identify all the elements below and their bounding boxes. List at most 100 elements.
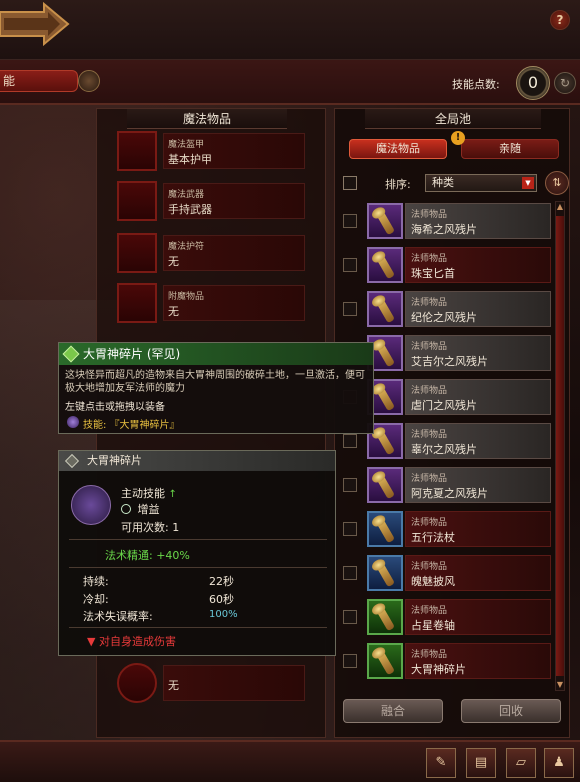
item-card[interactable]: 法师物品 大胃神碎片	[405, 643, 551, 679]
list-item[interactable]: 法师物品 五行法杖	[335, 509, 553, 549]
list-item[interactable]: 法师物品 纪伦之风残片	[335, 289, 553, 329]
self-damage-text: 对自身造成伤害	[98, 635, 176, 648]
stat-cooldown-label: 冷却:	[83, 593, 109, 606]
item-icon[interactable]	[367, 643, 403, 679]
sort-dropdown[interactable]: 种类 ▼	[425, 174, 537, 192]
staff-icon	[375, 648, 395, 676]
equip-slot-value: 无	[168, 305, 179, 318]
equip-slot-frame[interactable]	[117, 233, 157, 273]
item-card[interactable]: 法师物品 占星卷轴	[405, 599, 551, 635]
chevron-down-icon[interactable]: ▼	[522, 177, 534, 189]
back-arrow-icon[interactable]	[0, 2, 70, 46]
item-checkbox[interactable]	[343, 434, 357, 448]
arrow-up-icon: ↑	[168, 489, 177, 500]
item-card[interactable]: 法师物品 珠宝匕首	[405, 247, 551, 283]
skill-icon	[71, 485, 111, 525]
item-icon[interactable]	[367, 291, 403, 327]
equip-slot-frame[interactable]	[117, 663, 157, 703]
equip-slot-talisman[interactable]: 魔法护符 无	[117, 233, 307, 273]
item-card[interactable]: 法师物品 辜尔之风残片	[405, 423, 551, 459]
tab-magic-items[interactable]: 魔法物品	[349, 139, 447, 159]
stat-miscast-value: 100%	[209, 609, 238, 620]
sort-dropdown-value: 种类	[432, 176, 454, 189]
stat-duration-label: 持续:	[83, 575, 109, 588]
equip-slot-frame[interactable]	[117, 131, 157, 171]
help-button[interactable]: ?	[550, 10, 570, 30]
merge-button[interactable]: 融合	[343, 699, 443, 723]
equip-slot-enchanted[interactable]: 附魔物品 无	[117, 283, 307, 323]
item-icon[interactable]	[367, 599, 403, 635]
self-damage-warning: ▼ 对自身造成伤害	[87, 633, 176, 649]
item-checkbox[interactable]	[343, 566, 357, 580]
equip-slot-weapon[interactable]: 魔法武器 手持武器	[117, 181, 307, 221]
scroll-icon[interactable]: ▤	[466, 748, 496, 778]
equip-slot-frame[interactable]	[117, 283, 157, 323]
item-name: 魄魅披风	[411, 575, 455, 588]
list-item[interactable]: 法师物品 占星卷轴	[335, 597, 553, 637]
item-checkbox[interactable]	[343, 258, 357, 272]
item-card[interactable]: 法师物品 魄魅披风	[405, 555, 551, 591]
item-category: 法师物品	[411, 474, 448, 484]
equip-slot-info: 附魔物品 无	[163, 285, 305, 321]
item-name: 占星卷轴	[411, 619, 455, 632]
scroll-down-icon[interactable]: ▼	[556, 680, 564, 690]
equip-slot-info: 魔法盔甲 基本护甲	[163, 133, 305, 169]
list-item[interactable]: 法师物品 珠宝匕首	[335, 245, 553, 285]
item-name: 辜尔之风残片	[411, 443, 477, 456]
pool-item-list: 法师物品 海希之风残片 法师物品 珠宝匕首 法师物品 纪伦之风残片 法师物品 艾…	[335, 201, 553, 691]
equip-slot-frame[interactable]	[117, 181, 157, 221]
list-item[interactable]: 法师物品 海希之风残片	[335, 201, 553, 241]
equip-slot-info: 魔法护符 无	[163, 235, 305, 271]
item-checkbox[interactable]	[343, 522, 357, 536]
tab-followers[interactable]: 亲随	[461, 139, 559, 159]
item-card[interactable]: 法师物品 海希之风残片	[405, 203, 551, 239]
item-name: 海希之风残片	[411, 223, 477, 236]
equip-slot-value: 手持武器	[168, 203, 212, 216]
reset-skills-button[interactable]: ↻	[554, 72, 576, 94]
global-pool-title: 全局池	[365, 109, 541, 129]
item-icon[interactable]	[367, 511, 403, 547]
sort-order-button[interactable]: ⇅	[545, 171, 569, 195]
item-card[interactable]: 法师物品 阿克夏之风残片	[405, 467, 551, 503]
item-card[interactable]: 法师物品 艾吉尔之风残片	[405, 335, 551, 371]
equip-slot-armor[interactable]: 魔法盔甲 基本护甲	[117, 131, 307, 171]
staff-icon	[375, 428, 395, 456]
select-all-checkbox[interactable]	[343, 176, 357, 190]
staff-icon	[375, 516, 395, 544]
list-item[interactable]: 法师物品 大胃神碎片	[335, 641, 553, 681]
scroll-thumb[interactable]	[556, 216, 564, 676]
list-item[interactable]: 法师物品 魄魅披风	[335, 553, 553, 593]
item-icon[interactable]	[367, 467, 403, 503]
scroll-up-icon[interactable]: ▲	[556, 202, 564, 212]
item-checkbox[interactable]	[343, 478, 357, 492]
gem-icon	[64, 453, 80, 469]
skill-tag: 增益	[121, 501, 160, 517]
item-name: 五行法杖	[411, 531, 455, 544]
triangle-down-icon: ▼	[87, 635, 96, 648]
item-checkbox[interactable]	[343, 302, 357, 316]
item-category: 法师物品	[411, 606, 448, 616]
list-item[interactable]: 法师物品 阿克夏之风残片	[335, 465, 553, 505]
item-card[interactable]: 法师物品 五行法杖	[405, 511, 551, 547]
item-checkbox[interactable]	[343, 214, 357, 228]
character-icon[interactable]: ♟	[544, 748, 574, 778]
item-checkbox[interactable]	[343, 610, 357, 624]
item-checkbox[interactable]	[343, 654, 357, 668]
item-tooltip-skill: 技能: 『大胃神碎片』	[59, 413, 373, 431]
item-icon[interactable]	[367, 247, 403, 283]
equip-slot-type: 附魔物品	[168, 292, 205, 302]
divider	[69, 539, 327, 540]
item-icon[interactable]	[367, 203, 403, 239]
item-card[interactable]: 法师物品 纪伦之风残片	[405, 291, 551, 327]
quill-icon[interactable]: ✎	[426, 748, 456, 778]
item-card[interactable]: 法师物品 虐门之风残片	[405, 379, 551, 415]
recycle-button[interactable]: 回收	[461, 699, 561, 723]
skill-tooltip-title: 大胃神碎片	[87, 454, 142, 467]
pool-scrollbar[interactable]: ▲ ▼	[555, 201, 565, 691]
item-icon[interactable]	[367, 555, 403, 591]
equip-slot-extra[interactable]: 无	[117, 663, 307, 703]
item-name: 虐门之风残片	[411, 399, 477, 412]
map-icon[interactable]: ▱	[506, 748, 536, 778]
divider	[69, 627, 327, 628]
staff-icon	[375, 560, 395, 588]
